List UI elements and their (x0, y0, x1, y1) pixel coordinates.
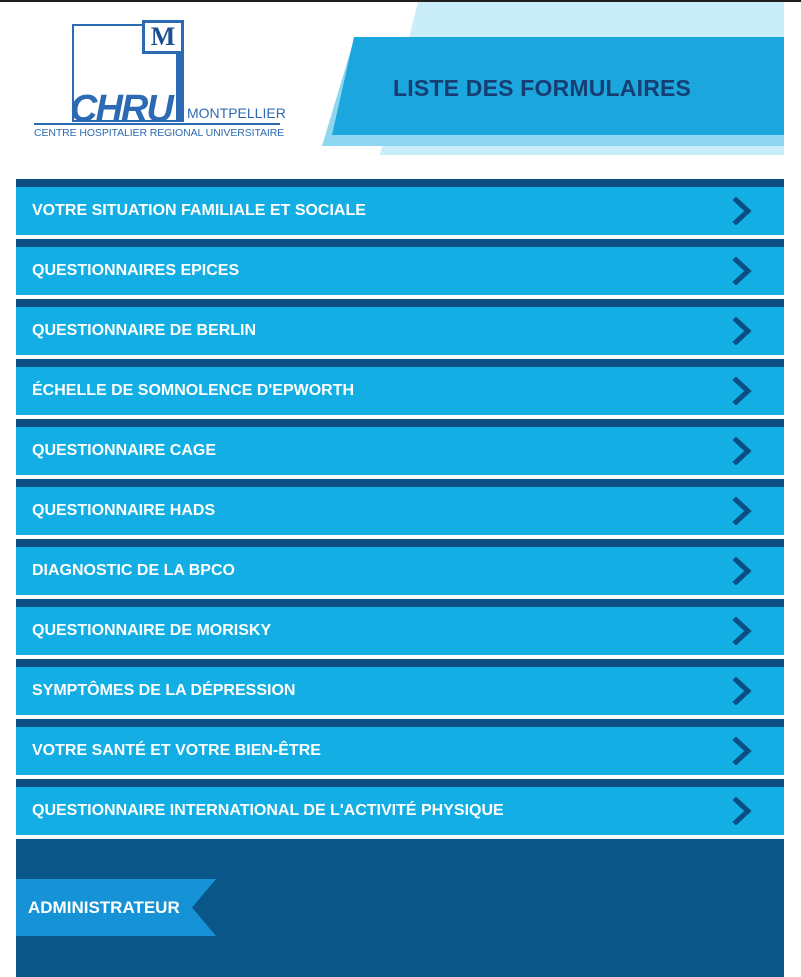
form-item-label: QUESTIONNAIRE DE MORISKY (32, 622, 272, 639)
item-body[interactable]: QUESTIONNAIRE CAGE (16, 427, 784, 475)
chevron-right-icon[interactable] (732, 317, 754, 345)
item-body[interactable]: SYMPTÔMES DE LA DÉPRESSION (16, 667, 784, 715)
form-list-item[interactable]: VOTRE SITUATION FAMILIALE ET SOCIALE (16, 179, 784, 239)
form-list-item[interactable]: SYMPTÔMES DE LA DÉPRESSION (16, 659, 784, 719)
form-item-label: QUESTIONNAIRE HADS (32, 502, 216, 519)
chevron-right-icon[interactable] (732, 617, 754, 645)
item-top-stripe (16, 419, 784, 427)
form-list-item[interactable]: QUESTIONNAIRE HADS (16, 479, 784, 539)
form-list-item[interactable]: QUESTIONNAIRE DE BERLIN (16, 299, 784, 359)
item-body[interactable]: QUESTIONNAIRE INTERNATIONAL DE L'ACTIVIT… (16, 787, 784, 835)
form-item-label: VOTRE SITUATION FAMILIALE ET SOCIALE (32, 202, 366, 219)
item-top-stripe (16, 719, 784, 727)
chevron-right-icon[interactable] (732, 197, 754, 225)
chevron-right-icon[interactable] (732, 737, 754, 765)
form-list-item[interactable]: QUESTIONNAIRE INTERNATIONAL DE L'ACTIVIT… (16, 779, 784, 839)
form-list-item[interactable]: ÉCHELLE DE SOMNOLENCE D'EPWORTH (16, 359, 784, 419)
form-list-item[interactable]: QUESTIONNAIRE CAGE (16, 419, 784, 479)
item-body[interactable]: DIAGNOSTIC DE LA BPCO (16, 547, 784, 595)
form-list-item[interactable]: QUESTIONNAIRE DE MORISKY (16, 599, 784, 659)
item-body[interactable]: VOTRE SITUATION FAMILIALE ET SOCIALE (16, 187, 784, 235)
footer-area: ADMINISTRATEUR (16, 839, 784, 977)
item-top-stripe (16, 779, 784, 787)
form-item-label: QUESTIONNAIRE DE BERLIN (32, 322, 257, 339)
item-top-stripe (16, 539, 784, 547)
item-top-stripe (16, 299, 784, 307)
chru-montpellier-logo: M CHRU MONTPELLIER CENTRE HOSPITALIER RE… (30, 20, 290, 150)
item-top-stripe (16, 179, 784, 187)
main-panel: VOTRE SITUATION FAMILIALE ET SOCIALE QUES… (16, 155, 784, 977)
item-body[interactable]: QUESTIONNAIRE DE MORISKY (16, 607, 784, 655)
logo-bar (176, 50, 184, 122)
chevron-right-icon[interactable] (732, 557, 754, 585)
item-top-stripe (16, 659, 784, 667)
page-header: LISTE DES FORMULAIRES M CHRU MONTPELLIER… (0, 2, 784, 155)
item-top-stripe (16, 359, 784, 367)
right-margin (784, 2, 801, 977)
form-item-label: VOTRE SANTÉ ET VOTRE BIEN-ÊTRE (32, 742, 321, 759)
logo-divider (34, 123, 280, 125)
form-item-label: SYMPTÔMES DE LA DÉPRESSION (32, 682, 296, 699)
item-body[interactable]: QUESTIONNAIRES EPICES (16, 247, 784, 295)
chevron-right-icon[interactable] (732, 437, 754, 465)
form-list: VOTRE SITUATION FAMILIALE ET SOCIALE QUES… (16, 155, 784, 839)
form-item-label: ÉCHELLE DE SOMNOLENCE D'EPWORTH (32, 382, 355, 399)
logo-letter: M (150, 22, 176, 51)
item-body[interactable]: VOTRE SANTÉ ET VOTRE BIEN-ÊTRE (16, 727, 784, 775)
chevron-right-icon[interactable] (732, 797, 754, 825)
logo-subtitle: CENTRE HOSPITALIER REGIONAL UNIVERSITAIR… (34, 127, 285, 139)
form-list-item[interactable]: VOTRE SANTÉ ET VOTRE BIEN-ÊTRE (16, 719, 784, 779)
item-top-stripe (16, 239, 784, 247)
form-item-label: QUESTIONNAIRES EPICES (32, 262, 240, 279)
admin-button-label: ADMINISTRATEUR (28, 898, 180, 917)
item-top-stripe (16, 599, 784, 607)
item-body[interactable]: ÉCHELLE DE SOMNOLENCE D'EPWORTH (16, 367, 784, 415)
chevron-right-icon[interactable] (732, 497, 754, 525)
page-title: LISTE DES FORMULAIRES (393, 75, 692, 101)
chevron-right-icon[interactable] (732, 257, 754, 285)
form-item-label: QUESTIONNAIRE INTERNATIONAL DE L'ACTIVIT… (32, 802, 504, 819)
admin-button[interactable]: ADMINISTRATEUR (16, 879, 216, 936)
form-item-label: QUESTIONNAIRE CAGE (32, 442, 217, 459)
item-body[interactable]: QUESTIONNAIRE DE BERLIN (16, 307, 784, 355)
item-body[interactable]: QUESTIONNAIRE HADS (16, 487, 784, 535)
form-item-label: DIAGNOSTIC DE LA BPCO (32, 562, 235, 579)
item-top-stripe (16, 479, 784, 487)
logo-city: MONTPELLIER (187, 105, 286, 121)
form-list-item[interactable]: DIAGNOSTIC DE LA BPCO (16, 539, 784, 599)
chevron-right-icon[interactable] (732, 677, 754, 705)
chevron-right-icon[interactable] (732, 377, 754, 405)
form-list-item[interactable]: QUESTIONNAIRES EPICES (16, 239, 784, 299)
